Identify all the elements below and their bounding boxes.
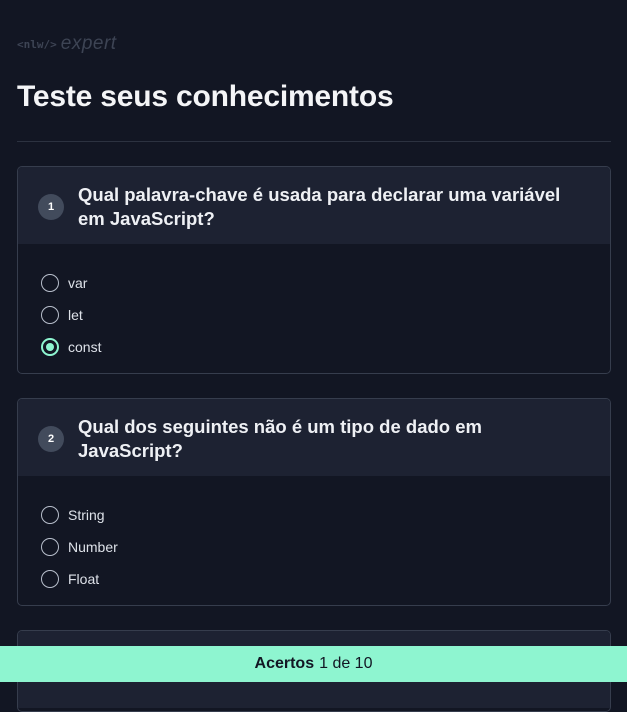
radio-button-checked[interactable] (41, 338, 59, 356)
logo-expert-text: expert (60, 33, 117, 54)
answer-label: let (68, 307, 83, 323)
radio-button[interactable] (41, 274, 59, 292)
answer-label: var (68, 275, 88, 291)
score-footer: Acertos 1 de 10 (0, 646, 627, 682)
question-number-badge: 1 (38, 194, 64, 220)
question-text: Qual dos seguintes não é um tipo de dado… (78, 416, 482, 461)
page-title: Teste seus conhecimentos (17, 80, 394, 113)
answer-option-string[interactable]: String (41, 499, 118, 531)
question-number-badge: 2 (38, 426, 64, 452)
logo-nlw-text: <nlw/> (17, 37, 57, 51)
title-divider (17, 141, 611, 142)
radio-button[interactable] (41, 506, 59, 524)
answer-label: String (68, 507, 105, 523)
question-header: 2 Qual dos seguintes não é um tipo de da… (18, 399, 610, 476)
answer-label: const (68, 339, 102, 355)
answer-option-float[interactable]: Float (41, 563, 118, 595)
radio-button[interactable] (41, 538, 59, 556)
answer-option-const[interactable]: const (41, 331, 101, 363)
radio-button[interactable] (41, 570, 59, 588)
answer-label: Number (68, 539, 118, 555)
answer-options: var let const (41, 267, 101, 363)
answer-label: Float (68, 571, 100, 587)
radio-button[interactable] (41, 306, 59, 324)
question-card-1: 1 Qual palavra-chave é usada para declar… (17, 166, 611, 374)
answer-option-let[interactable]: let (41, 299, 101, 331)
score-label: Acertos (254, 655, 315, 672)
nlw-expert-logo: <nlw/> expert (17, 33, 117, 55)
answer-option-number[interactable]: Number (41, 531, 118, 563)
score-value: 1 de 10 (319, 655, 373, 672)
answer-options: String Number Float (41, 499, 118, 595)
question-text: Qual palavra-chave é usada para declarar… (78, 184, 561, 229)
answer-option-var[interactable]: var (41, 267, 101, 299)
question-card-2: 2 Qual dos seguintes não é um tipo de da… (17, 398, 611, 606)
question-header: 1 Qual palavra-chave é usada para declar… (18, 167, 610, 244)
